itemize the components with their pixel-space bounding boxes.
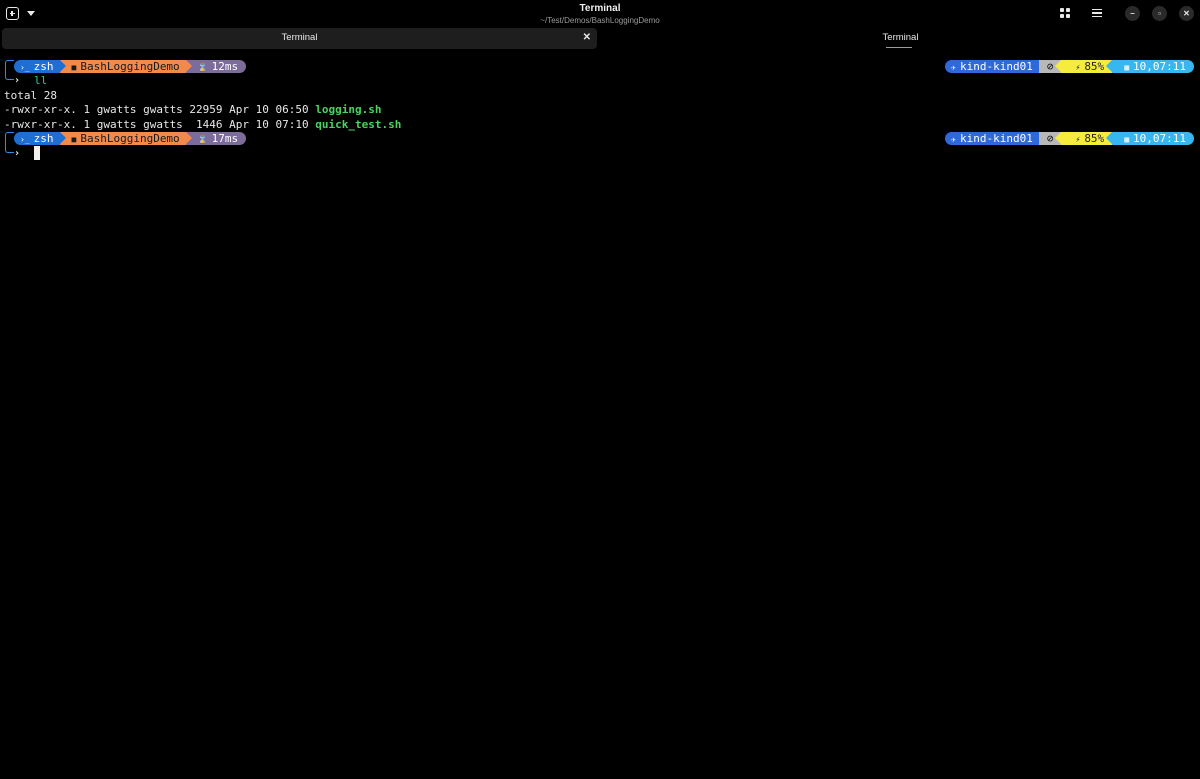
battery-segment: ⚡ 85% (1055, 132, 1113, 145)
title-bar-right: – ▫ ✕ (1057, 5, 1194, 21)
tab-label: Terminal (882, 32, 919, 43)
output-row: -rwxr-xr-x. 1 gwatts gwatts 22959 Apr 10… (4, 103, 382, 117)
output-row: -rwxr-xr-x. 1 gwatts gwatts 1446 Apr 10 … (4, 118, 401, 132)
file-name: quick_test.sh (315, 118, 402, 131)
tab-label: Terminal (281, 32, 318, 43)
prompt-connector (5, 132, 14, 153)
title-bar: Terminal ~/Test/Demos/BashLoggingDemo – … (0, 0, 1200, 28)
minimize-button[interactable]: – (1125, 5, 1140, 21)
file-name: logging.sh (315, 103, 382, 116)
shell-name: zsh (33, 60, 54, 73)
battery-segment: ⚡ 85% (1055, 60, 1113, 73)
k8s-icon: ✈ (951, 63, 956, 72)
prompt-chevron: › (14, 148, 21, 159)
shell-segment: ›_ zsh (14, 60, 66, 73)
calendar-icon: ▦ (1124, 135, 1130, 144)
output-total: total 28 (4, 89, 57, 102)
clock-value: 10,07:11 (1133, 132, 1186, 145)
k8s-context: kind-kind01 (960, 132, 1033, 145)
command-line: ll (34, 74, 47, 88)
shell-name: zsh (33, 132, 54, 145)
k8s-segment: ✈ kind-kind01 (945, 60, 1039, 73)
text-cursor (34, 146, 40, 160)
battery-value: 85% (1084, 60, 1105, 73)
battery-icon: ⚡ (1075, 135, 1081, 144)
directory-name: BashLoggingDemo (80, 60, 180, 73)
prompt-left-2: ›_ zsh ■ BashLoggingDemo ⌛ 17ms (14, 132, 247, 145)
hourglass-icon: ⌛ (197, 63, 208, 72)
git-icon: ⊘ (1046, 132, 1054, 145)
file-meta: -rwxr-xr-x. 1 gwatts gwatts 22959 Apr 10… (4, 103, 316, 116)
window-title: Terminal (579, 3, 621, 14)
directory-segment: ■ BashLoggingDemo (59, 132, 192, 145)
layout-grid-icon[interactable] (1057, 5, 1073, 21)
duration-value: 17ms (211, 132, 239, 145)
maximize-button[interactable]: ▫ (1152, 5, 1167, 21)
window-title-block: Terminal ~/Test/Demos/BashLoggingDemo (0, 3, 1200, 26)
clock-segment: ▦ 10,07:11 (1106, 132, 1194, 145)
battery-icon: ⚡ (1075, 63, 1081, 72)
calendar-icon: ▦ (1124, 63, 1130, 72)
clock-value: 10,07:11 (1133, 60, 1186, 73)
hourglass-icon: ⌛ (197, 135, 208, 144)
hamburger-menu-icon[interactable] (1089, 5, 1105, 21)
directory-name: BashLoggingDemo (80, 132, 180, 145)
prompt-right-1: ✈ kind-kind01 ⊘ ⚡ 85% ▦ 10,07:11 (945, 60, 1194, 73)
clock-segment: ▦ 10,07:11 (1106, 60, 1194, 73)
k8s-icon: ✈ (951, 135, 956, 144)
prompt-chevron: › (14, 75, 21, 86)
tab-terminal-2[interactable]: Terminal (603, 28, 1198, 49)
window-subtitle: ~/Test/Demos/BashLoggingDemo (540, 16, 660, 25)
k8s-context: kind-kind01 (960, 60, 1033, 73)
battery-value: 85% (1084, 132, 1105, 145)
git-icon: ⊘ (1046, 60, 1054, 73)
command-text: ll (34, 74, 48, 87)
prompt-right-2: ✈ kind-kind01 ⊘ ⚡ 85% ▦ 10,07:11 (945, 132, 1194, 145)
duration-value: 12ms (211, 60, 239, 73)
tab-bar: Terminal ✕ Terminal (0, 28, 1200, 50)
duration-segment: ⌛ 17ms (185, 132, 247, 145)
prompt-left-1: ›_ zsh ■ BashLoggingDemo ⌛ 12ms (14, 60, 247, 73)
terminal-icon: ›_ (20, 63, 30, 72)
terminal-icon: ›_ (20, 135, 30, 144)
tab-close-icon[interactable]: ✕ (583, 32, 591, 44)
k8s-segment: ✈ kind-kind01 (945, 132, 1039, 145)
duration-segment: ⌛ 12ms (185, 60, 247, 73)
shell-segment: ›_ zsh (14, 132, 66, 145)
tab-indicator (886, 47, 912, 48)
close-button[interactable]: ✕ (1179, 5, 1194, 21)
directory-segment: ■ BashLoggingDemo (59, 60, 192, 73)
folder-icon: ■ (71, 63, 77, 72)
folder-icon: ■ (71, 135, 77, 144)
tab-terminal-1[interactable]: Terminal ✕ (2, 28, 597, 49)
file-meta: -rwxr-xr-x. 1 gwatts gwatts 1446 Apr 10 … (4, 118, 316, 131)
terminal-output[interactable]: ›_ zsh ■ BashLoggingDemo ⌛ 12ms ✈ kind-kind0… (0, 52, 1200, 779)
prompt-connector (5, 60, 14, 80)
